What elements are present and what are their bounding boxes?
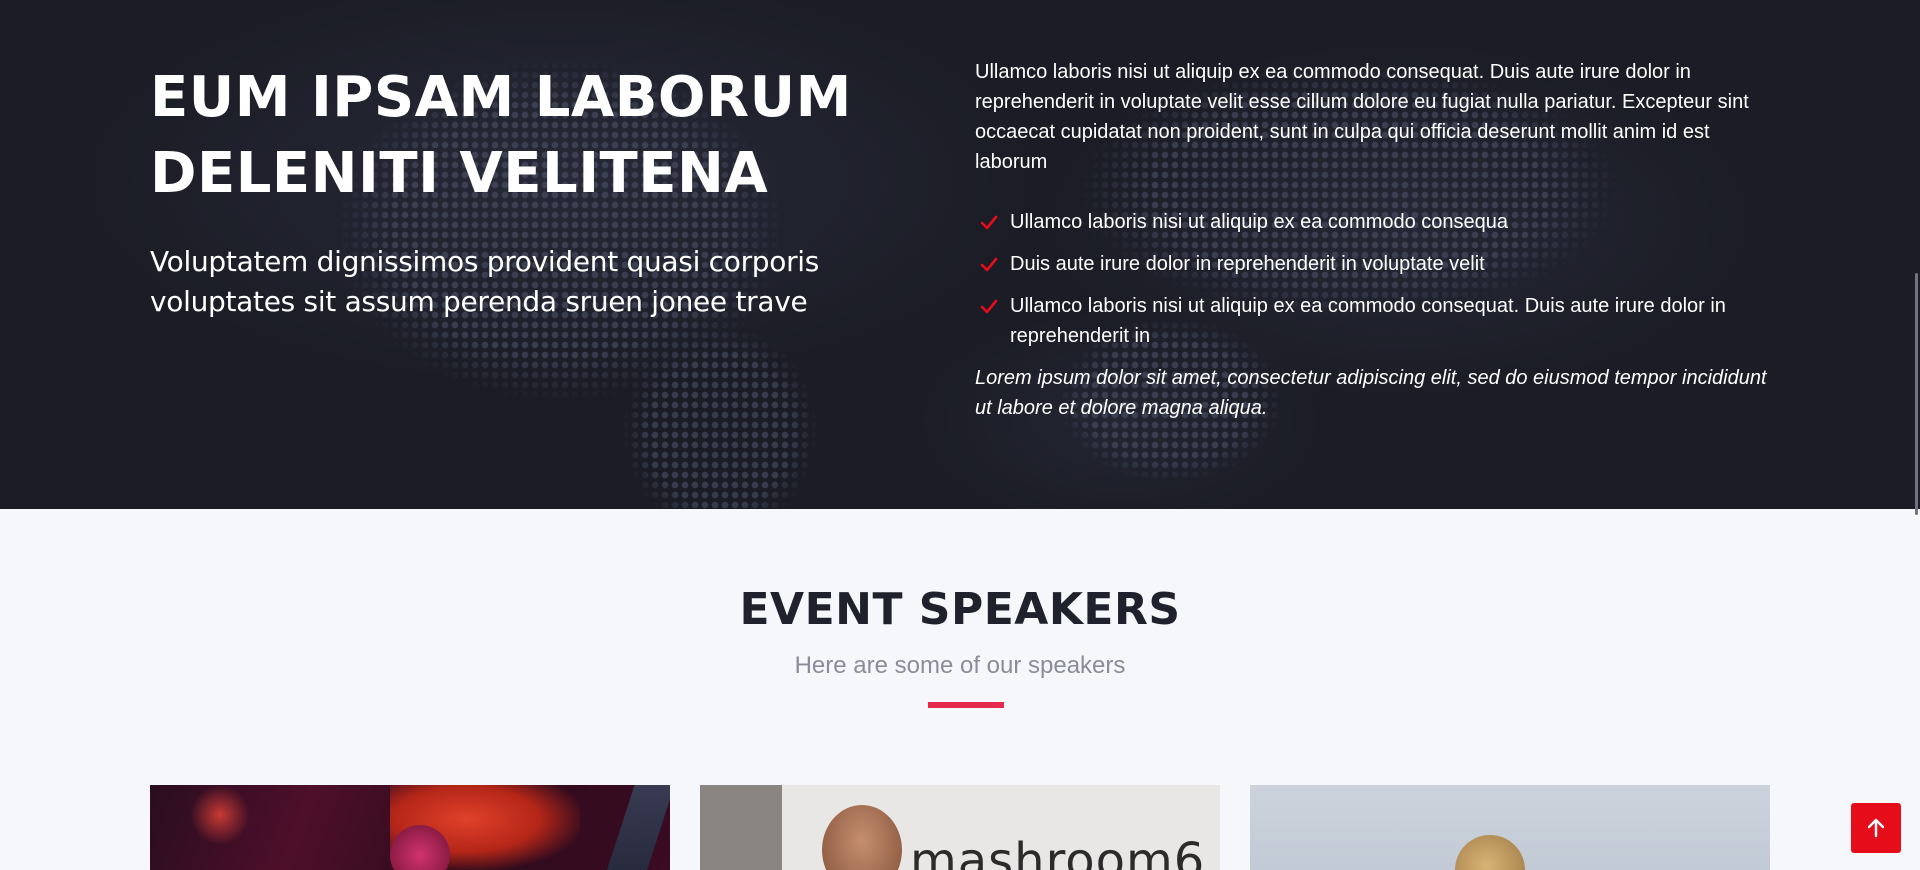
speakers-subtitle: Here are some of our speakers: [794, 652, 1126, 679]
speakers-title: EVENT SPEAKERS: [739, 584, 1181, 635]
speaker-card-2[interactable]: mashroom6: [700, 785, 1220, 870]
about-title-line-1: EUM IPSAM LABORUM: [150, 65, 852, 130]
speaker-photo-2-wall: [700, 785, 782, 870]
scrollbar-thumb[interactable]: [1915, 273, 1918, 515]
about-title-line-2: DELENITI VELITENA: [150, 141, 769, 206]
check-list-item: Ullamco laboris nisi ut aliquip ex ea co…: [975, 291, 1775, 351]
check-list-item-text: Duis aute irure dolor in reprehenderit i…: [1010, 253, 1485, 275]
speaker-photo-1-highlight: [190, 785, 250, 845]
speaker-photo-1-stripe: [602, 785, 670, 870]
speaker-card-3[interactable]: [1250, 785, 1770, 870]
check-icon: [980, 299, 998, 314]
about-section: EUM IPSAM LABORUM DELENITI VELITENA Volu…: [0, 0, 1920, 509]
check-icon: [980, 257, 998, 272]
speakers-section: EVENT SPEAKERS Here are some of our spea…: [0, 509, 1920, 870]
check-list-item: Duis aute irure dolor in reprehenderit i…: [975, 249, 1775, 279]
speaker-photo-2-backdrop-text: mashroom6: [910, 833, 1206, 870]
check-list-item: Ullamco laboris nisi ut aliquip ex ea co…: [975, 207, 1775, 237]
about-paragraph: Ullamco laboris nisi ut aliquip ex ea co…: [975, 61, 1749, 173]
check-list: Ullamco laboris nisi ut aliquip ex ea co…: [975, 207, 1775, 351]
title-underline: [928, 702, 1004, 708]
speaker-card-1[interactable]: [150, 785, 670, 870]
check-list-item-text: Ullamco laboris nisi ut aliquip ex ea co…: [1010, 211, 1509, 233]
arrow-up-icon: [1867, 818, 1885, 838]
about-left-column: EUM IPSAM LABORUM DELENITI VELITENA Volu…: [150, 60, 870, 322]
speaker-photo-2: [822, 805, 902, 870]
check-list-item-text: Ullamco laboris nisi ut aliquip ex ea co…: [1010, 295, 1726, 347]
about-subtitle: Voluptatem dignissimos provident quasi c…: [150, 245, 820, 318]
scroll-to-top-button[interactable]: [1851, 803, 1901, 853]
about-title: EUM IPSAM LABORUM DELENITI VELITENA: [150, 60, 870, 212]
about-right-column: Ullamco laboris nisi ut aliquip ex ea co…: [975, 57, 1775, 423]
check-icon: [980, 215, 998, 230]
speaker-photo-3: [1455, 835, 1525, 870]
about-italic-note: Lorem ipsum dolor sit amet, consectetur …: [975, 367, 1767, 419]
